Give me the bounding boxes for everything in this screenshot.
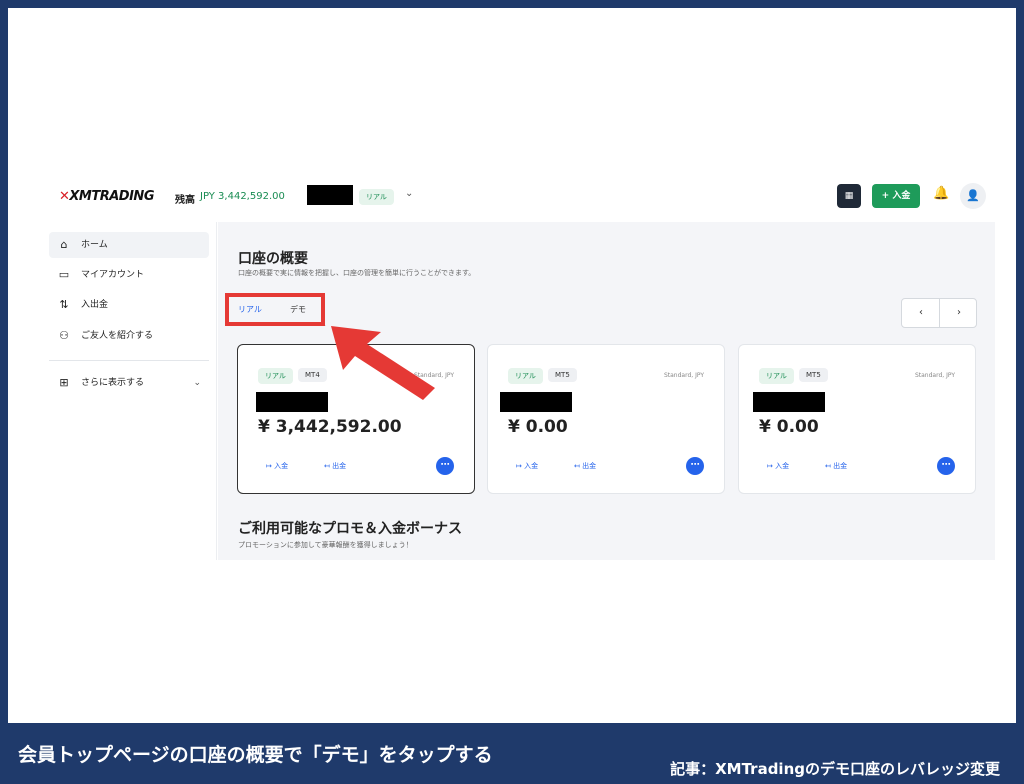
- card-pill-real: リアル: [508, 368, 543, 384]
- card-amount: ¥ 3,442,592.00: [258, 417, 402, 437]
- sidebar-item-transfer[interactable]: ⇅ 入出金: [49, 292, 209, 318]
- people-icon: ⚇: [59, 329, 69, 342]
- card-withdraw-label: 出金: [833, 462, 848, 470]
- chevron-left-icon[interactable]: ‹: [902, 299, 940, 327]
- sidebar-item-my-account[interactable]: ▭ マイアカウント: [49, 262, 209, 288]
- account-type-pill: リアル: [359, 189, 394, 205]
- card-icon: ▭: [58, 268, 70, 281]
- sidebar-item-label: ホーム: [81, 240, 108, 250]
- card-deposit-link[interactable]: ↦ 入金: [767, 461, 789, 471]
- redacted-account-id: [753, 392, 825, 412]
- card-deposit-label: 入金: [524, 462, 539, 470]
- transfer-icon: ⇅: [59, 298, 69, 311]
- caption-text: 会員トップページの口座の概要で「デモ」をタップする: [18, 744, 493, 766]
- screenshot: ✕XMTRADING 残高 JPY 3,442,592.00 リアル ⌄ ▦ +…: [45, 175, 995, 560]
- more-options-icon[interactable]: ⋯: [436, 457, 454, 475]
- more-options-icon[interactable]: ⋯: [686, 457, 704, 475]
- sidebar-item-label: 入出金: [81, 300, 109, 310]
- card-pill-platform: MT5: [799, 368, 828, 382]
- logo-mark: ✕: [59, 189, 70, 204]
- card-pill-real: リアル: [258, 368, 293, 384]
- grid-icon: ⊞: [59, 376, 69, 389]
- sidebar-item-home[interactable]: ⌂ ホーム: [49, 232, 209, 258]
- more-options-icon[interactable]: ⋯: [937, 457, 955, 475]
- redacted-account-id: [256, 392, 328, 412]
- chevron-right-icon[interactable]: ›: [940, 299, 978, 327]
- deposit-icon: ↦: [516, 462, 525, 470]
- promo-subtitle: プロモーションに参加して豪華報酬を獲得しましょう！: [238, 541, 413, 549]
- sidebar: ⌂ ホーム ▭ マイアカウント ⇅ 入出金 ⚇ ご友人を紹介する ⊞ さらに表示…: [45, 222, 217, 560]
- card-withdraw-label: 出金: [332, 462, 347, 470]
- card-deposit-label: 入金: [775, 462, 790, 470]
- top-navigation: ✕XMTRADING 残高 JPY 3,442,592.00 リアル ⌄ ▦ +…: [45, 175, 995, 222]
- withdraw-icon: ↤: [825, 462, 834, 470]
- withdraw-icon: ↤: [574, 462, 583, 470]
- promo-title: ご利用可能なプロモ＆入金ボーナス: [238, 521, 462, 537]
- account-card[interactable]: リアル MT5 Standard, JPY ¥ 0.00 ↦ 入金 ↤ 出金 ⋯: [487, 344, 725, 494]
- bell-icon[interactable]: 🔔: [933, 186, 949, 201]
- home-icon: ⌂: [60, 238, 68, 251]
- page-title: 口座の概要: [238, 251, 308, 267]
- withdraw-icon: ↤: [324, 462, 333, 470]
- article-title: 記事：XMTradingのデモ口座のレバレッジ変更: [670, 760, 1000, 778]
- pointer-arrow-icon: [331, 326, 435, 400]
- redacted-account-id: [500, 392, 572, 412]
- card-amount: ¥ 0.00: [508, 417, 568, 437]
- card-account-type: Standard, JPY: [663, 372, 704, 379]
- card-deposit-label: 入金: [274, 462, 289, 470]
- user-icon[interactable]: 👤: [960, 183, 986, 209]
- deposit-icon: ↦: [767, 462, 776, 470]
- page-subtitle: 口座の概要で実に情報を把握し、口座の管理を簡単に行うことができます。: [238, 269, 476, 277]
- card-account-type: Standard, JPY: [914, 372, 955, 379]
- chevron-down-icon[interactable]: ⌄: [405, 188, 413, 199]
- sidebar-item-referral[interactable]: ⚇ ご友人を紹介する: [49, 323, 209, 349]
- card-withdraw-link[interactable]: ↤ 出金: [574, 461, 596, 471]
- sidebar-item-label: さらに表示する: [81, 378, 145, 388]
- card-deposit-link[interactable]: ↦ 入金: [516, 461, 538, 471]
- balance-value: JPY 3,442,592.00: [200, 191, 285, 202]
- account-card[interactable]: リアル MT5 Standard, JPY ¥ 0.00 ↦ 入金 ↤ 出金 ⋯: [738, 344, 976, 494]
- card-withdraw-link[interactable]: ↤ 出金: [825, 461, 847, 471]
- sidebar-item-more[interactable]: ⊞ さらに表示する ⌄: [49, 370, 209, 396]
- card-withdraw-label: 出金: [582, 462, 597, 470]
- demo-tab-highlight: [225, 293, 325, 326]
- card-pill-platform: MT5: [548, 368, 577, 382]
- card-pager: ‹ ›: [901, 298, 977, 328]
- logo[interactable]: ✕XMTRADING: [59, 189, 154, 204]
- balance-label: 残高: [175, 195, 195, 206]
- card-deposit-link[interactable]: ↦ 入金: [266, 461, 288, 471]
- sidebar-divider: [49, 360, 209, 361]
- card-pill-real: リアル: [759, 368, 794, 384]
- redacted-account-number: [307, 185, 353, 205]
- deposit-icon: ↦: [266, 462, 275, 470]
- card-amount: ¥ 0.00: [759, 417, 819, 437]
- logo-text: XMTRADING: [69, 189, 154, 204]
- qr-code-button[interactable]: ▦: [837, 184, 861, 208]
- deposit-button[interactable]: + 入金: [872, 184, 920, 208]
- sidebar-item-label: マイアカウント: [81, 270, 145, 280]
- card-withdraw-link[interactable]: ↤ 出金: [324, 461, 346, 471]
- chevron-down-icon: ⌄: [193, 378, 201, 388]
- sidebar-item-label: ご友人を紹介する: [81, 331, 154, 341]
